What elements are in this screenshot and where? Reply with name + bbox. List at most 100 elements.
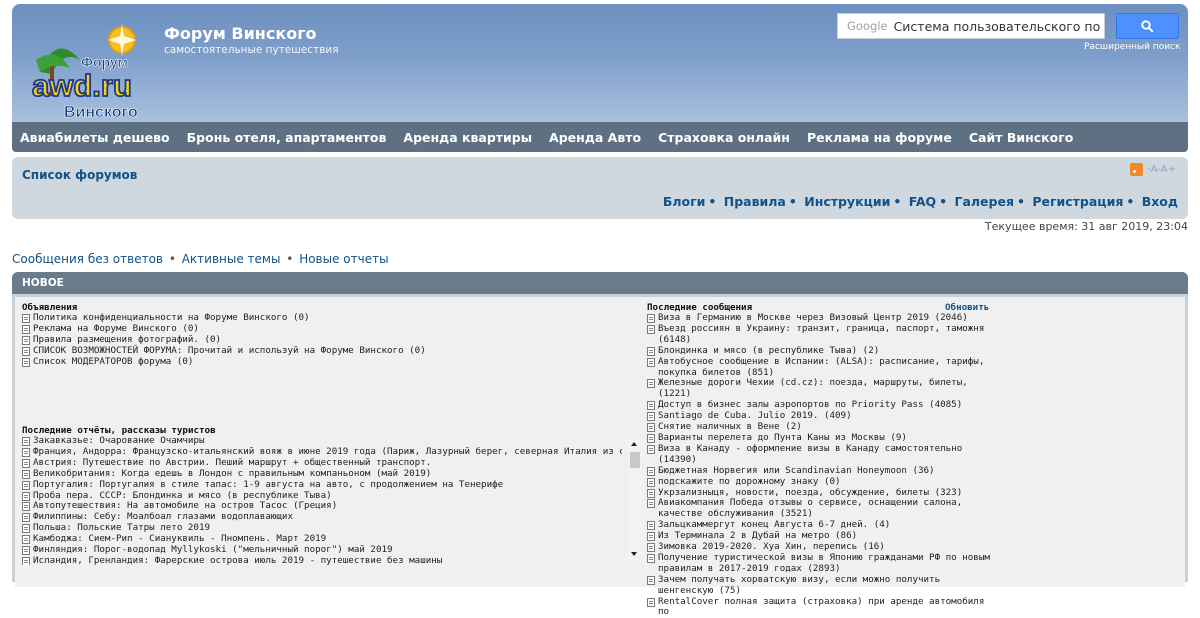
link-instructions[interactable]: Инструкции <box>804 194 890 209</box>
list-item[interactable]: СПИСОК ВОЗМОЖНОСТЕЙ ФОРУМА: Прочитай и и… <box>22 345 632 357</box>
scroll-thumb[interactable] <box>630 452 640 468</box>
topic-icon <box>647 324 655 334</box>
list-item[interactable]: Бюджетная Норвегия или Scandinavian Hone… <box>647 465 999 477</box>
main-nav: Авиабилеты дешево Бронь отеля, апартамен… <box>12 122 1188 152</box>
topic-icon <box>22 458 30 468</box>
panel-body: Объявления Политика конфиденциальности н… <box>15 297 1185 617</box>
topic-icon <box>22 502 30 512</box>
topic-icon <box>22 524 30 534</box>
link-rules[interactable]: Правила <box>724 194 786 209</box>
topic-icon <box>647 423 655 433</box>
topic-icon <box>22 324 30 334</box>
list-item[interactable]: Список МОДЕРАТОРОВ форума (0) <box>22 356 632 368</box>
nav-hotel-booking[interactable]: Бронь отеля, апартаментов <box>187 130 387 145</box>
list-item[interactable]: Исландия, Гренландия: Фарерские острова … <box>22 555 622 565</box>
search-links: Сообщения без ответов • Активные темы • … <box>12 252 389 266</box>
list-item[interactable]: Авиакомпания Победа отзывы о сервисе, ос… <box>647 498 999 520</box>
topic-icon <box>647 466 655 476</box>
nav-apartment-rental[interactable]: Аренда квартиры <box>403 130 532 145</box>
search-icon <box>1141 19 1154 33</box>
refresh-link[interactable]: Обновить <box>945 302 989 313</box>
breadcrumb-forum-list[interactable]: Список форумов <box>22 168 137 182</box>
nav-insurance[interactable]: Страховка онлайн <box>658 130 790 145</box>
topic-icon <box>647 477 655 487</box>
list-item[interactable]: RentalCover полная защита (страховка) пр… <box>647 596 999 618</box>
topic-icon <box>647 357 655 367</box>
crumb-tools: -A-A+ <box>1130 163 1176 176</box>
topic-icon <box>647 575 655 585</box>
topic-icon <box>647 379 655 389</box>
topic-icon <box>22 437 30 446</box>
topic-icon <box>22 491 30 501</box>
forum-logo[interactable]: Форум awd.ru Винского <box>26 20 156 120</box>
link-unanswered[interactable]: Сообщения без ответов <box>12 252 163 266</box>
search-input[interactable]: Google Система пользовательского по <box>837 13 1105 39</box>
nav-advertising[interactable]: Реклама на форуме <box>807 130 952 145</box>
link-blogs[interactable]: Блоги <box>663 194 706 209</box>
site-description: самостоятельные путешествия <box>164 44 339 56</box>
topic-icon <box>22 513 30 523</box>
reports-scrollbar[interactable] <box>628 440 641 561</box>
advanced-search-link[interactable]: Расширенный поиск <box>1084 42 1180 52</box>
logo-line-2: awd.ru <box>32 68 132 103</box>
list-item[interactable]: Португалия: Португалия в стиле тапас: 1-… <box>22 479 622 491</box>
list-item[interactable]: Железные дороги Чехии (cd.cz): поезда, м… <box>647 378 999 400</box>
nav-vinsky-site[interactable]: Сайт Винского <box>969 130 1074 145</box>
list-item[interactable]: Великобритания: Когда едешь в Лондон с п… <box>22 468 622 480</box>
search-button[interactable] <box>1116 13 1179 39</box>
recent-posts-column: Последние сообщения Виза в Германию в Мо… <box>647 302 999 618</box>
list-item[interactable]: подскажите по дорожному знаку (0) <box>647 476 999 488</box>
breadcrumb-bar: Список форумов -A-A+ Блоги • Правила • Инс… <box>12 157 1188 219</box>
link-gallery[interactable]: Галерея <box>954 194 1014 209</box>
topic-icon <box>647 532 655 542</box>
topic-icon <box>647 346 655 356</box>
scroll-down-arrow-icon[interactable] <box>631 552 637 556</box>
topic-icon <box>647 499 655 509</box>
topic-icon <box>647 401 655 411</box>
reports-list[interactable]: Последние отчёты, рассказы туристов Зака… <box>22 425 622 565</box>
topic-icon <box>22 314 30 323</box>
link-register[interactable]: Регистрация <box>1032 194 1123 209</box>
topic-icon <box>22 480 30 490</box>
panel-title: НОВОЕ <box>12 272 1188 294</box>
scroll-up-arrow-icon[interactable] <box>631 442 637 446</box>
topic-icon <box>647 553 655 563</box>
announcements-column: Объявления Политика конфиденциальности н… <box>22 302 632 368</box>
link-active-topics[interactable]: Активные темы <box>182 252 281 266</box>
logo-line-3: Винского <box>64 104 138 120</box>
list-item[interactable]: Блондинка и мясо (в республике Тыва) (2) <box>647 345 999 357</box>
site-header: Форум awd.ru Винского Форум Винского сам… <box>12 4 1188 122</box>
list-item[interactable]: Въезд россиян в Украину: транзит, границ… <box>647 323 999 346</box>
new-panel: НОВОЕ Объявления Политика конфиденциальн… <box>12 272 1188 617</box>
page: Форум awd.ru Винского Форум Винского сам… <box>12 4 1188 617</box>
font-size-toggle[interactable]: -A-A+ <box>1147 164 1176 175</box>
topic-icon <box>647 412 655 422</box>
topic-icon <box>647 314 655 323</box>
topic-icon <box>22 335 30 345</box>
list-item[interactable]: Получение туристической визы в Японию гр… <box>647 552 999 575</box>
current-time: Текущее время: 31 авг 2019, 23:04 <box>984 220 1188 233</box>
list-item[interactable]: Зачем получать хорватскую визу, если мож… <box>647 574 999 597</box>
topic-icon <box>647 521 655 531</box>
topic-icon <box>647 543 655 553</box>
list-item[interactable]: Виза в Канаду - оформление визы в Канаду… <box>647 443 999 466</box>
topic-icon <box>22 357 30 367</box>
list-item[interactable]: Автобусное сообщение в Испании: (ALSA): … <box>647 356 999 379</box>
link-faq[interactable]: FAQ <box>909 194 936 209</box>
topic-icon <box>647 488 655 498</box>
topic-icon <box>22 447 30 457</box>
link-login[interactable]: Вход <box>1142 194 1178 209</box>
topic-icon <box>647 597 655 607</box>
quick-links: Блоги • Правила • Инструкции • FAQ • Галерея… <box>662 194 1178 209</box>
google-search-brand: Google <box>847 19 888 33</box>
rss-icon[interactable] <box>1130 163 1144 176</box>
topic-icon <box>647 444 655 454</box>
topic-icon <box>22 346 30 356</box>
site-title[interactable]: Форум Винского <box>164 24 317 43</box>
nav-car-rental[interactable]: Аренда Авто <box>549 130 641 145</box>
link-new-reports[interactable]: Новые отчеты <box>299 252 388 266</box>
topic-icon <box>22 469 30 479</box>
topic-icon <box>22 546 30 556</box>
nav-cheap-flights[interactable]: Авиабилеты дешево <box>20 130 170 145</box>
topic-icon <box>22 535 30 545</box>
